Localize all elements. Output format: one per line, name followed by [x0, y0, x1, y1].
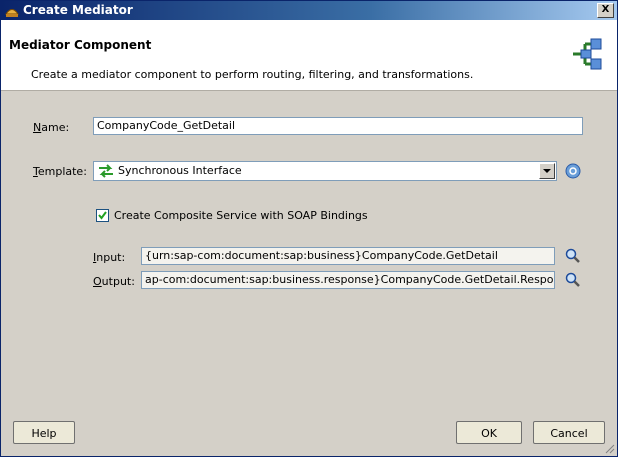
- check-icon: [98, 211, 107, 220]
- template-select[interactable]: Synchronous Interface: [93, 161, 557, 181]
- search-icon[interactable]: [564, 247, 582, 265]
- template-label: Template:: [33, 165, 87, 178]
- ok-button[interactable]: OK: [456, 421, 522, 444]
- help-button[interactable]: Help: [13, 421, 75, 444]
- chevron-down-icon: [543, 169, 551, 173]
- name-label: Name:: [33, 121, 70, 134]
- help-icon[interactable]: [565, 163, 581, 179]
- output-field[interactable]: ap-com:document:sap:business.response}Co…: [141, 271, 555, 289]
- close-button[interactable]: X: [597, 3, 614, 18]
- dropdown-arrow[interactable]: [539, 163, 555, 179]
- title-bar[interactable]: Create Mediator X: [1, 1, 617, 20]
- input-label: Input:: [93, 251, 126, 264]
- create-composite-checkbox[interactable]: [96, 209, 109, 222]
- dialog-header: Mediator Component Create a mediator com…: [1, 20, 617, 91]
- sync-arrows-icon: [99, 164, 113, 178]
- window-title: Create Mediator: [23, 3, 133, 17]
- input-field[interactable]: {urn:sap-com:document:sap:business}Compa…: [141, 247, 555, 265]
- header-title: Mediator Component: [9, 38, 152, 52]
- create-composite-label: Create Composite Service with SOAP Bindi…: [114, 209, 368, 222]
- create-mediator-dialog: Create Mediator X Mediator Component Cre…: [0, 0, 618, 457]
- app-icon: [5, 9, 19, 17]
- name-input[interactable]: CompanyCode_GetDetail: [93, 117, 583, 135]
- header-description: Create a mediator component to perform r…: [31, 68, 474, 81]
- mediator-icon: [573, 38, 602, 70]
- output-label: Output:: [93, 275, 135, 288]
- dialog-content: Name: CompanyCode_GetDetail Template: Sy…: [1, 91, 617, 411]
- template-value: Synchronous Interface: [118, 164, 242, 177]
- resize-grip-icon[interactable]: [603, 442, 615, 454]
- cancel-button[interactable]: Cancel: [533, 421, 605, 444]
- search-icon[interactable]: [564, 271, 582, 289]
